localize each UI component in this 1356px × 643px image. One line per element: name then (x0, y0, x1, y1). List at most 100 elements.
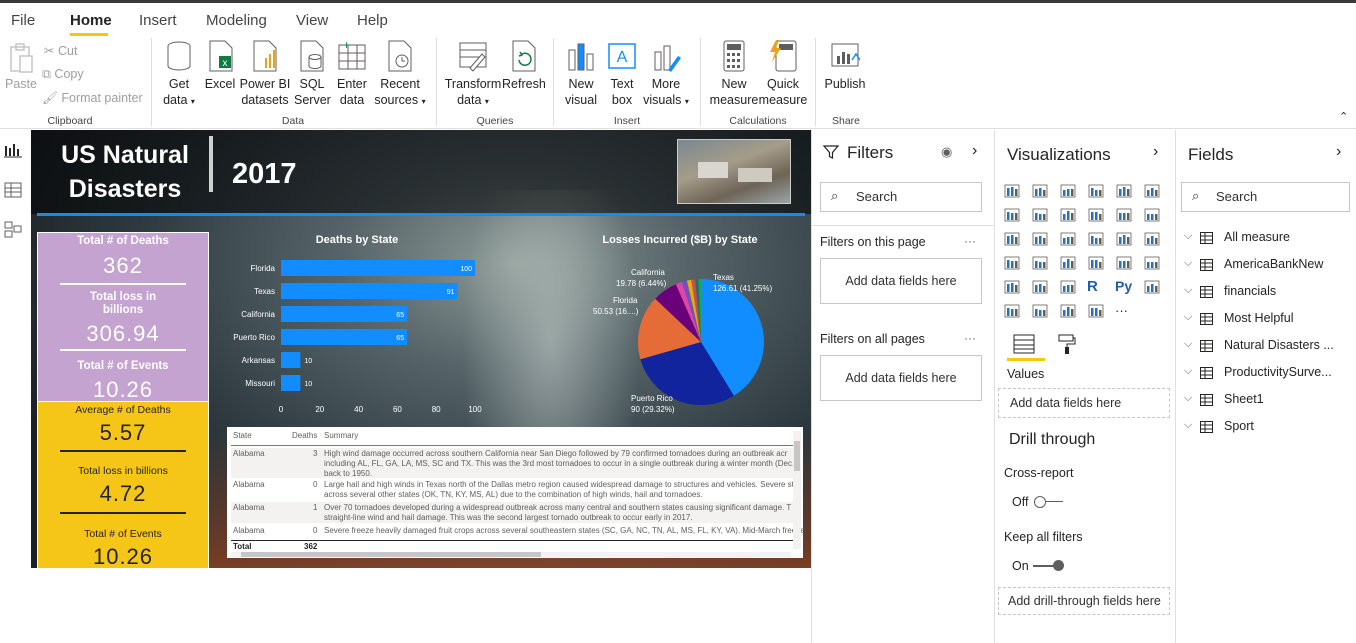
report-year[interactable]: 2017 (232, 158, 297, 191)
r-visual-icon[interactable]: R (1087, 278, 1105, 296)
scrollbar-thumb[interactable] (794, 441, 800, 471)
chevron-down-icon[interactable]: ⌵ (1184, 419, 1192, 432)
clustered-column-icon[interactable] (1087, 182, 1105, 200)
field-table-item[interactable]: ⌵ All measure (1176, 228, 1354, 248)
column-header-state[interactable]: State (233, 431, 252, 440)
matrix-icon[interactable] (1059, 278, 1077, 296)
keep-all-filters-toggle[interactable] (1033, 560, 1065, 572)
excel-button[interactable]: x Excel (203, 40, 237, 91)
treemap-icon[interactable] (1143, 230, 1161, 248)
collapse-ribbon-icon[interactable]: ⌃ (1339, 110, 1348, 123)
python-visual-icon[interactable]: Py (1115, 278, 1133, 296)
chevron-right-icon[interactable]: › (1336, 143, 1341, 161)
stacked-bar-icon[interactable] (1003, 182, 1021, 200)
get-data-button[interactable]: Get data ▾ (159, 40, 199, 107)
paste-button[interactable]: Paste (4, 40, 38, 98)
tab-home[interactable]: Home (70, 12, 112, 29)
funnel-icon[interactable] (1031, 230, 1049, 248)
paginated-report-icon[interactable] (1087, 302, 1105, 320)
kpi-avg-events-value[interactable]: 10.26 (38, 544, 208, 568)
bar[interactable] (281, 306, 408, 322)
report-title[interactable]: US Natural Disasters (35, 138, 215, 206)
kpi-loss-value[interactable]: 306.94 (38, 321, 208, 347)
key-influencers-icon[interactable] (1143, 278, 1161, 296)
more-visuals-icon[interactable]: ··· (1115, 302, 1133, 320)
chevron-down-icon[interactable]: ⌵ (1184, 392, 1192, 405)
filters-search-input[interactable]: ⌕ Search (820, 182, 982, 212)
chevron-right-icon[interactable]: › (1153, 143, 1158, 161)
multirow-card-icon[interactable] (1115, 254, 1133, 272)
table-row[interactable]: Alabama 1 Over 70 tornadoes developed du… (231, 502, 797, 523)
clustered-bar-icon[interactable] (1059, 182, 1077, 200)
kpi-deaths-value[interactable]: 362 (38, 253, 208, 279)
tab-file[interactable]: File (11, 12, 35, 29)
format-paint-roller-icon[interactable] (1057, 333, 1077, 355)
field-table-item[interactable]: ⌵ financials (1176, 282, 1354, 302)
bar[interactable] (281, 283, 458, 299)
filters-page-drop-well[interactable]: Add data fields here (820, 258, 982, 304)
scatter-icon[interactable] (1059, 230, 1077, 248)
disaster-photo[interactable] (677, 139, 791, 204)
kpi-events-value[interactable]: 10.26 (38, 377, 208, 403)
fields-well-icon[interactable] (1013, 334, 1035, 354)
slicer-icon[interactable] (1003, 278, 1021, 296)
chevron-down-icon[interactable]: ⌵ (1184, 338, 1192, 351)
tab-insert[interactable]: Insert (139, 12, 177, 29)
transform-data-button[interactable]: Transform data ▾ (444, 40, 502, 107)
line-clustered-icon[interactable] (1115, 206, 1133, 224)
cross-report-toggle[interactable] (1034, 496, 1063, 508)
chevron-right-icon[interactable]: › (972, 142, 977, 160)
line-column-icon[interactable] (1087, 206, 1105, 224)
new-visual-button[interactable]: New visual (562, 40, 600, 107)
scrollbar-thumb[interactable] (241, 552, 541, 557)
kpi-icon[interactable] (1143, 254, 1161, 272)
tab-help[interactable]: Help (357, 12, 388, 29)
field-table-item[interactable]: ⌵ AmericaBankNew (1176, 255, 1354, 275)
deaths-by-state-chart[interactable]: Deaths by State Florida 100 Texas 91 Califor… (227, 230, 487, 425)
recent-sources-button[interactable]: Recent sources ▾ (372, 40, 428, 107)
text-box-button[interactable]: A Text box (604, 40, 640, 107)
table-horizontal-scrollbar[interactable] (231, 552, 791, 557)
tab-modeling[interactable]: Modeling (206, 12, 267, 29)
enter-data-button[interactable]: + Enter data (334, 40, 370, 107)
more-options-icon[interactable]: ··· (964, 234, 976, 248)
quick-measure-button[interactable]: Quick measure (758, 40, 808, 107)
eye-icon[interactable]: ◉ (941, 144, 952, 160)
bar[interactable] (281, 352, 301, 368)
kpi-avg-loss-value[interactable]: 4.72 (38, 481, 208, 507)
drill-through-drop-well[interactable]: Add drill-through fields here (998, 587, 1170, 615)
filled-map-icon[interactable] (1031, 254, 1049, 272)
fields-search-input[interactable]: ⌕ Search (1181, 182, 1350, 212)
values-drop-well[interactable]: Add data fields here (998, 388, 1170, 418)
column-header-summary[interactable]: Summary (324, 431, 358, 440)
more-options-icon[interactable]: ··· (964, 331, 976, 345)
model-view-icon[interactable] (4, 220, 22, 238)
stacked-area-icon[interactable] (1059, 206, 1077, 224)
new-measure-button[interactable]: New measure (708, 40, 760, 107)
publish-button[interactable]: Publish (822, 40, 868, 91)
pie-icon[interactable] (1087, 230, 1105, 248)
field-table-item[interactable]: ⌵ Most Helpful (1176, 309, 1354, 329)
field-table-item[interactable]: ⌵ Sheet1 (1176, 390, 1354, 410)
donut-icon[interactable] (1115, 230, 1133, 248)
chevron-down-icon[interactable]: ⌵ (1184, 365, 1192, 378)
100-column-icon[interactable] (1143, 182, 1161, 200)
table-row[interactable]: Alabama 0 Severe freeze heavily damaged … (231, 525, 803, 537)
chevron-down-icon[interactable]: ⌵ (1184, 257, 1192, 270)
chevron-down-icon[interactable]: ⌵ (1184, 230, 1192, 243)
column-header-deaths[interactable]: Deaths (292, 431, 317, 440)
filters-all-drop-well[interactable]: Add data fields here (820, 355, 982, 401)
table-icon[interactable] (1031, 278, 1049, 296)
data-view-icon[interactable] (4, 182, 22, 198)
refresh-button[interactable]: Refresh (502, 40, 546, 91)
field-table-item[interactable]: ⌵ ProductivitySurve... (1176, 363, 1354, 383)
chevron-down-icon[interactable]: ⌵ (1184, 284, 1192, 297)
tab-view[interactable]: View (296, 12, 328, 29)
chevron-down-icon[interactable]: ⌵ (1184, 311, 1192, 324)
disaster-summary-table[interactable]: State Deaths Summary Alabama 3 High wind… (227, 427, 803, 558)
format-painter-button[interactable]: 🖌 Format painter (42, 91, 143, 106)
decomposition-tree-icon[interactable] (1003, 302, 1021, 320)
table-row[interactable]: Alabama 0 Large hail and high winds in T… (231, 479, 797, 500)
table-row[interactable]: Alabama 3 High wind damage occurred acro… (231, 448, 797, 478)
card-icon[interactable] (1087, 254, 1105, 272)
